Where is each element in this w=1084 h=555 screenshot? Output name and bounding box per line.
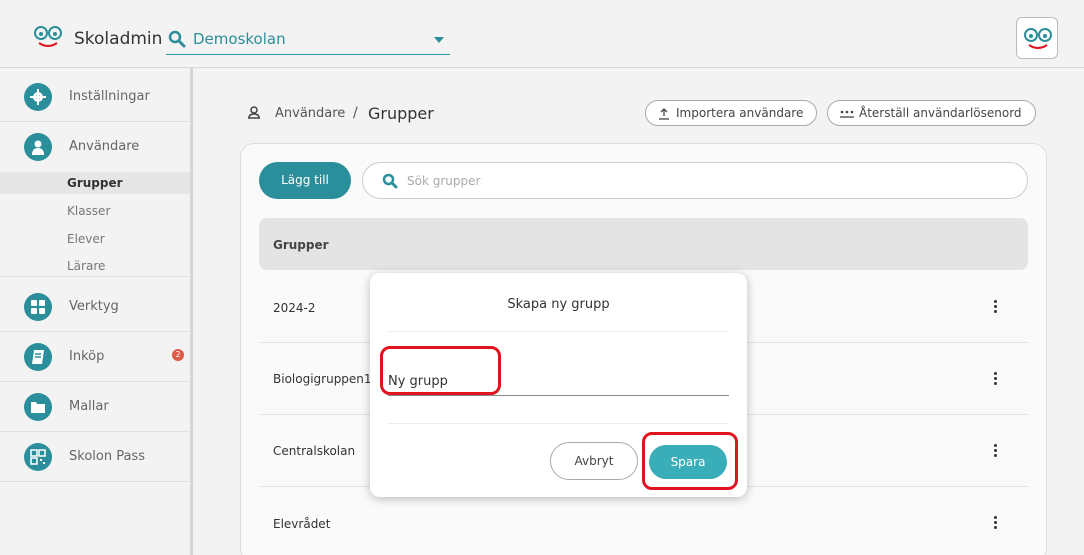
folder-icon <box>24 393 52 421</box>
reset-passwords-label: Återställ användarlösenord <box>859 106 1022 120</box>
notification-badge: 2 <box>172 349 184 361</box>
more-options-icon[interactable] <box>989 370 1001 388</box>
sidebar-item-skolon-pass[interactable]: Skolon Pass <box>0 432 190 482</box>
sidebar-subitem-label: Grupper <box>67 176 123 190</box>
group-name: Centralskolan <box>273 444 356 458</box>
sidebar-subitem-label: Klasser <box>67 204 111 218</box>
grid-icon <box>24 293 52 321</box>
group-name: 2024-2 <box>273 301 316 315</box>
search-icon <box>382 173 398 189</box>
cancel-button[interactable]: Avbryt <box>550 442 638 480</box>
sidebar-item-verktyg[interactable]: Verktyg <box>0 282 190 332</box>
import-users-button[interactable]: Importera användare <box>645 100 817 126</box>
dialog-title: Skapa ny grupp <box>507 297 610 312</box>
sidebar-item-installningar[interactable]: Inställningar <box>0 72 190 122</box>
sidebar-subitem-elever[interactable]: Elever <box>0 228 190 250</box>
gear-icon <box>24 83 52 111</box>
group-name: Biologigruppen1 <box>273 372 372 386</box>
qr-icon <box>24 443 52 471</box>
group-name: Elevrådet <box>273 517 331 531</box>
sidebar-subitem-klasser[interactable]: Klasser <box>0 200 190 222</box>
add-group-button[interactable]: Lägg till <box>259 162 351 199</box>
search-bar <box>362 162 1028 199</box>
sidebar-item-inkop[interactable]: Inköp 2 <box>0 332 190 382</box>
highlight-input-annotation <box>380 346 501 395</box>
profile-button[interactable] <box>1016 17 1058 59</box>
sidebar-item-label: Användare <box>69 139 140 154</box>
user-icon <box>24 133 52 161</box>
app-title: Skoladmin <box>74 29 163 49</box>
chevron-down-icon <box>434 37 444 43</box>
sidebar-subitem-label: Lärare <box>67 259 106 273</box>
more-options-icon[interactable] <box>989 514 1001 532</box>
sidebar-item-label: Inställningar <box>69 89 150 104</box>
column-header-grupper[interactable]: Grupper <box>273 238 329 252</box>
user-icon <box>248 106 260 119</box>
school-selector-value: Demoskolan <box>193 30 286 48</box>
highlight-save-annotation <box>642 432 738 490</box>
search-icon <box>168 30 186 48</box>
sidebar-item-label: Inköp <box>69 349 105 364</box>
sidebar-subitem-larare[interactable]: Lärare <box>0 255 190 277</box>
table-row[interactable]: Elevrådet <box>259 487 1028 555</box>
search-input[interactable] <box>407 171 907 191</box>
table-header: Grupper <box>259 218 1028 270</box>
breadcrumb-parent[interactable]: Användare <box>275 106 345 121</box>
sidebar-item-anvandare[interactable]: Användare <box>0 122 190 172</box>
book-icon <box>24 343 52 371</box>
sidebar-item-label: Mallar <box>69 399 109 414</box>
logo-icon <box>34 26 62 47</box>
sidebar-item-mallar[interactable]: Mallar <box>0 382 190 432</box>
sidebar: Inställningar Användare Grupper Klasser … <box>0 68 193 555</box>
breadcrumb-separator: / <box>353 105 358 121</box>
divider <box>388 423 729 424</box>
import-users-label: Importera användare <box>676 106 804 120</box>
upload-icon <box>659 108 669 120</box>
divider <box>388 331 729 332</box>
reset-passwords-button[interactable]: Återställ användarlösenord <box>827 100 1036 126</box>
sidebar-item-label: Skolon Pass <box>69 449 145 464</box>
sidebar-item-label: Verktyg <box>69 299 119 314</box>
sidebar-subitem-grupper[interactable]: Grupper <box>0 172 190 194</box>
top-bar: Skoladmin Demoskolan <box>0 0 1084 68</box>
more-options-icon[interactable] <box>989 298 1001 316</box>
logo-icon <box>1024 28 1052 49</box>
school-selector[interactable]: Demoskolan <box>166 27 450 55</box>
more-options-icon[interactable] <box>989 442 1001 460</box>
page-title: Grupper <box>368 104 434 123</box>
password-icon <box>840 110 854 118</box>
sidebar-subitem-label: Elever <box>67 232 105 246</box>
